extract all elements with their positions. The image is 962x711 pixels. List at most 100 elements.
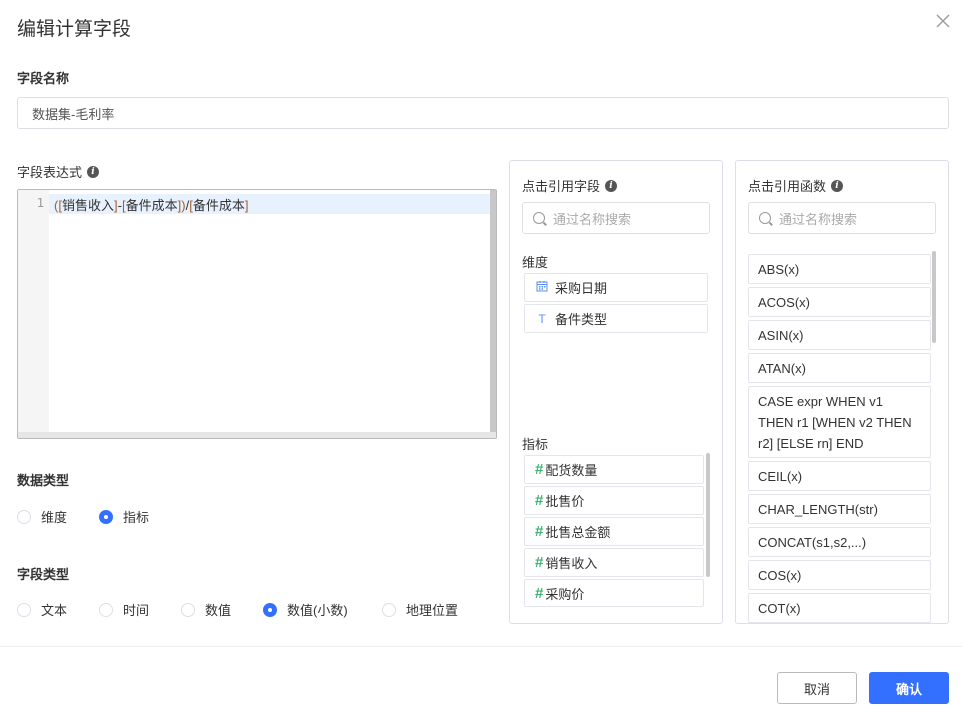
dimension-item[interactable]: 采购日期 [524, 273, 708, 302]
close-icon[interactable] [934, 12, 952, 30]
radio-label: 指标 [123, 510, 150, 525]
metric-item-label: 配货数量 [545, 463, 598, 478]
radio-geo[interactable]: 地理位置 [382, 600, 458, 619]
radio-circle [99, 602, 113, 617]
function-name: ABS(x) [758, 261, 800, 277]
metric-item[interactable]: # 销售收入 [524, 548, 704, 577]
editor-horizontal-scrollbar[interactable] [18, 432, 496, 438]
search-icon [759, 212, 771, 224]
dimension-item-label: 备件类型 [555, 312, 608, 327]
function-item[interactable]: CHAR_LENGTH(str) [748, 494, 931, 524]
function-search-input[interactable]: 通过名称搜索 [748, 202, 936, 234]
fields-panel-title-text: 点击引用字段 [522, 179, 601, 194]
field-type-label: 字段类型 [17, 567, 70, 582]
function-name: ATAN(x) [758, 360, 806, 376]
metric-item-label: 批售总金额 [545, 525, 611, 540]
info-icon[interactable]: i [605, 179, 618, 192]
search-placeholder: 通过名称搜索 [553, 211, 632, 227]
radio-label: 维度 [41, 510, 68, 525]
field-search-input[interactable]: 通过名称搜索 [522, 202, 710, 234]
radio-label: 地理位置 [406, 603, 459, 618]
metric-group-label: 指标 [522, 437, 549, 452]
info-icon[interactable]: i [87, 165, 100, 178]
functions-panel-title: 点击引用函数 i [748, 176, 844, 195]
function-item[interactable]: CONCAT(s1,s2,...) [748, 527, 931, 557]
function-name: CASE expr WHEN v1 THEN r1 [WHEN v2 THEN … [758, 393, 912, 451]
number-hash-icon: # [535, 584, 544, 602]
radio-label: 文本 [41, 603, 68, 618]
number-hash-icon: # [535, 461, 544, 478]
metric-list-scrollbar[interactable] [706, 453, 710, 577]
field-name-label: 字段名称 [17, 71, 70, 86]
field-name-input[interactable]: 数据集-毛利率 [17, 97, 949, 129]
function-name: CEIL(x) [758, 468, 803, 484]
functions-panel: 点击引用函数 i 通过名称搜索 ABS(x) ACOS(x) ASIN(x) A… [735, 160, 949, 624]
fields-panel: 点击引用字段 i 通过名称搜索 维度 采购日期 T 备件类型 指标 # 配货数量… [509, 160, 723, 624]
dimension-group-label: 维度 [522, 255, 549, 270]
code-bracket-token: ] [244, 198, 249, 213]
radio-circle [382, 602, 396, 617]
text-type-icon: T [538, 311, 546, 326]
dimension-item[interactable]: T 备件类型 [524, 304, 708, 333]
editor-code-area[interactable]: ([销售收入]-[备件成本])/[备件成本] [49, 190, 492, 434]
function-name: ASIN(x) [758, 327, 804, 343]
function-item[interactable]: ABS(x) [748, 254, 931, 284]
search-icon [533, 212, 545, 224]
function-item[interactable]: ASIN(x) [748, 320, 931, 350]
expression-label-text: 字段表达式 [17, 165, 83, 180]
radio-circle [17, 602, 31, 617]
radio-label: 时间 [123, 603, 150, 618]
confirm-button[interactable]: 确认 [869, 672, 949, 704]
number-hash-icon: # [535, 492, 544, 509]
metric-item-label: 批售价 [545, 494, 585, 509]
function-item[interactable]: CEIL(x) [748, 461, 931, 491]
field-type-radio-group: 文本 时间 数值 数值(小数) 地理位置 [17, 600, 458, 619]
metric-item[interactable]: # 批售总金额 [524, 517, 704, 546]
metric-item[interactable]: # 批售价 [524, 486, 704, 515]
function-item[interactable]: ATAN(x) [748, 353, 931, 383]
number-hash-icon: # [535, 523, 544, 540]
radio-dimension[interactable]: 维度 [17, 507, 99, 526]
function-list-scrollbar[interactable] [932, 251, 936, 343]
code-token: 备件成本 [125, 198, 178, 213]
data-type-label: 数据类型 [17, 473, 70, 488]
function-name: ACOS(x) [758, 294, 810, 310]
editor-vertical-scrollbar[interactable] [490, 190, 496, 434]
radio-metric[interactable]: 指标 [99, 507, 149, 526]
function-name: CONCAT(s1,s2,...) [758, 534, 867, 550]
expression-editor[interactable]: 1 ([销售收入]-[备件成本])/[备件成本] [17, 189, 497, 439]
radio-circle [17, 509, 31, 524]
radio-text[interactable]: 文本 [17, 600, 99, 619]
dimension-item-label: 采购日期 [555, 281, 608, 296]
radio-label: 数值(小数) [287, 603, 348, 618]
metric-item-label: 采购价 [545, 586, 585, 602]
metric-item-label: 销售收入 [545, 556, 598, 571]
function-item[interactable]: COT(x) [748, 593, 931, 623]
radio-circle-selected [99, 509, 113, 524]
metric-item[interactable]: # 配货数量 [524, 455, 704, 484]
radio-circle-selected [263, 602, 277, 617]
radio-number[interactable]: 数值 [181, 600, 263, 619]
info-icon[interactable]: i [831, 179, 844, 192]
search-placeholder: 通过名称搜索 [779, 211, 858, 227]
radio-decimal[interactable]: 数值(小数) [263, 600, 382, 619]
cancel-button[interactable]: 取消 [777, 672, 857, 704]
function-name: COT(x) [758, 601, 801, 616]
number-hash-icon: # [535, 554, 544, 571]
function-item[interactable]: CASE expr WHEN v1 THEN r1 [WHEN v2 THEN … [748, 386, 931, 458]
radio-time[interactable]: 时间 [99, 600, 181, 619]
code-token: 备件成本 [192, 198, 245, 213]
field-name-value: 数据集-毛利率 [32, 106, 115, 122]
functions-panel-title-text: 点击引用函数 [748, 179, 827, 194]
calendar-icon [535, 280, 549, 295]
dialog-title: 编辑计算字段 [17, 19, 132, 40]
code-token: 销售收入 [61, 198, 114, 213]
footer-divider [0, 646, 962, 647]
line-number: 1 [36, 196, 44, 210]
data-type-radio-group: 维度 指标 [17, 507, 149, 526]
function-item[interactable]: COS(x) [748, 560, 931, 590]
expression-label: 字段表达式 i [17, 162, 100, 181]
function-name: COS(x) [758, 567, 802, 583]
function-item[interactable]: ACOS(x) [748, 287, 931, 317]
metric-item[interactable]: # 采购价 [524, 579, 704, 607]
